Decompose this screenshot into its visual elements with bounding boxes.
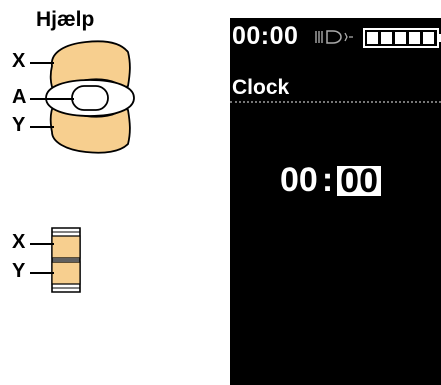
label-x-top: X — [12, 50, 26, 72]
leader-a — [30, 98, 74, 100]
screen-title: Clock — [232, 76, 290, 99]
label-y-top: Y — [12, 114, 26, 136]
label-a: A — [12, 86, 27, 108]
headlight-icon — [314, 29, 356, 50]
clock-value: 00 : 00 — [280, 161, 381, 200]
label-y-remote: Y — [12, 260, 26, 282]
title-divider — [230, 101, 441, 103]
controller-diagram — [45, 40, 135, 293]
status-time: 00:00 — [232, 22, 299, 50]
remote-buttons-shape — [51, 227, 81, 293]
leader-y-top — [30, 126, 54, 128]
clock-separator: : — [321, 161, 334, 199]
clock-hours: 00 — [280, 161, 318, 199]
leader-x-remote — [30, 243, 54, 245]
clock-minutes-selected[interactable]: 00 — [337, 164, 381, 198]
label-x-remote: X — [12, 231, 26, 253]
battery-icon — [363, 28, 441, 53]
leader-y-remote — [30, 272, 54, 274]
leader-x-top — [30, 62, 54, 64]
device-display: 00:00 Clock 00 : 00 — [230, 18, 441, 385]
